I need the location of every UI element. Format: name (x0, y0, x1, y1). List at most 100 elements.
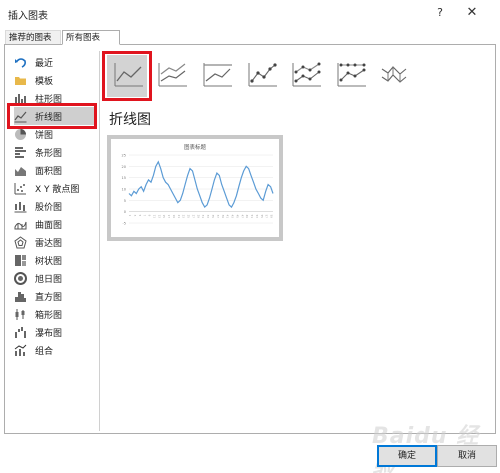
selected-category-highlight (7, 103, 97, 129)
preview-x-tick-label: 49 (245, 215, 249, 219)
sidebar-item-scatter[interactable]: X Y 散点图 (14, 179, 96, 197)
pie-chart-icon (14, 128, 27, 141)
preview-x-tick-label: 27 (191, 215, 195, 219)
subtype-100-stacked-line-with-markers[interactable] (335, 59, 369, 91)
percent-stacked-line-markers-icon (337, 63, 366, 87)
3d-line-icon (381, 66, 407, 83)
preview-x-tick-label: 23 (182, 215, 186, 219)
preview-y-tick-label: 20 (122, 165, 126, 169)
bar-chart-icon (14, 146, 27, 159)
combo-chart-icon (14, 344, 27, 357)
preview-chart-title: 图表标题 (184, 143, 207, 151)
sidebar-item-label: 模板 (35, 76, 54, 87)
sidebar-item-histogram[interactable]: 直方图 (14, 287, 96, 305)
subtype-stacked-line-with-markers[interactable] (290, 59, 324, 91)
help-button[interactable]: ? (430, 4, 450, 22)
sidebar-item-combo[interactable]: 组合 (14, 341, 96, 359)
preview-y-axis: 25 20 15 10 5 0 -5 (122, 154, 126, 226)
preview-x-tick-label: 5 (138, 215, 142, 217)
preview-x-tick-label: 13 (157, 215, 161, 219)
sidebar-item-label: 最近 (35, 58, 54, 69)
line-markers-icon (248, 63, 277, 87)
preview-y-tick-label: 25 (122, 154, 126, 158)
sidebar-item-stock[interactable]: 股价图 (14, 197, 96, 215)
preview-x-tick-label: 33 (206, 215, 210, 219)
preview-y-tick-label: -5 (123, 222, 127, 226)
preview-x-tick-label: 7 (143, 215, 147, 217)
chart-type-heading: 折线图 (109, 112, 151, 128)
sidebar-item-label: 组合 (35, 346, 54, 357)
preview-x-tick-label: 25 (187, 215, 191, 219)
subtype-line-with-markers[interactable] (246, 59, 280, 91)
preview-x-tick-label: 17 (167, 215, 171, 219)
undo-icon (14, 56, 27, 69)
histogram-chart-icon (14, 290, 27, 303)
sidebar-item-label: 树状图 (35, 256, 63, 267)
line-chart-icon (114, 63, 143, 87)
preview-y-tick-label: 15 (122, 176, 126, 180)
subtype-3d-line[interactable] (378, 59, 412, 91)
subtype-stacked-line[interactable] (156, 59, 190, 91)
cancel-button[interactable]: 取消 (437, 445, 497, 467)
preview-x-tick-label: 43 (231, 215, 235, 219)
sidebar-item-label: 直方图 (35, 292, 63, 303)
ok-button[interactable]: 确定 (377, 445, 437, 467)
folder-icon (14, 74, 27, 87)
tab-all-charts[interactable]: 所有图表 (62, 30, 120, 45)
preview-x-tick-label: 57 (265, 215, 269, 219)
preview-x-tick-label: 1 (128, 215, 132, 217)
sidebar-item-treemap[interactable]: 树状图 (14, 251, 96, 269)
sidebar-item-surface[interactable]: 曲面图 (14, 215, 96, 233)
preview-x-tick-label: 41 (226, 215, 230, 219)
sunburst-chart-icon (14, 271, 27, 285)
preview-x-tick-label: 3 (133, 215, 137, 217)
preview-x-tick-label: 37 (216, 215, 220, 219)
sidebar-item-area[interactable]: 面积图 (14, 161, 96, 179)
preview-gridlines (129, 154, 273, 224)
preview-x-tick-label: 9 (148, 215, 152, 217)
sidebar-item-recent[interactable]: 最近 (14, 53, 96, 71)
preview-y-tick-label: 5 (124, 199, 126, 203)
sidebar-item-box-whisker[interactable]: 箱形图 (14, 305, 96, 323)
sidebar-item-label: 股价图 (35, 202, 63, 213)
preview-x-tick-label: 53 (255, 215, 259, 219)
preview-x-tick-label: 55 (260, 215, 264, 219)
subtype-100-stacked-line[interactable] (201, 59, 235, 91)
box-whisker-chart-icon (14, 308, 27, 321)
sidebar-item-label: 面积图 (35, 166, 63, 177)
sidebar-item-label: 箱形图 (35, 310, 63, 321)
preview-y-tick-label: 10 (122, 188, 126, 192)
sidebar-item-label: 条形图 (35, 148, 63, 159)
subtype-line[interactable] (112, 59, 146, 91)
preview-x-tick-label: 39 (221, 215, 225, 219)
sidebar-item-label: 曲面图 (35, 220, 63, 231)
sidebar-item-sunburst[interactable]: 旭日图 (14, 269, 96, 287)
tab-recommended-charts[interactable]: 推荐的图表 (5, 30, 61, 45)
sidebar-item-label: 饼图 (35, 130, 54, 141)
sidebar-item-templates[interactable]: 模板 (14, 71, 96, 89)
preview-x-tick-label: 15 (162, 215, 166, 219)
preview-chart: 图表标题 2520151050-5 1 3 5 7 9 11 13 15 17 19 21 23 25 2… (122, 143, 274, 226)
all-charts-panel: 最近 模板 柱形图 折线图 饼图 条形图 面积图 X Y 散点图 股价图 曲面图… (4, 44, 496, 434)
sidebar-item-waterfall[interactable]: 瀑布图 (14, 323, 96, 341)
preview-x-tick-label: 35 (211, 215, 215, 219)
stacked-line-icon (158, 63, 187, 87)
preview-y-tick-label: 0 (124, 210, 126, 214)
sidebar-item-label: 瀑布图 (35, 328, 63, 339)
preview-x-tick-label: 19 (172, 215, 176, 219)
waterfall-chart-icon (14, 326, 27, 339)
preview-x-tick-label: 29 (196, 215, 200, 219)
stacked-line-markers-icon (292, 62, 321, 87)
percent-stacked-line-icon (203, 63, 232, 87)
preview-x-tick-label: 31 (201, 215, 205, 219)
area-chart-icon (14, 164, 27, 177)
close-button[interactable]: ✕ (462, 4, 482, 22)
preview-x-tick-label: 59 (270, 215, 274, 219)
chart-preview[interactable]: 图表标题 25 20 15 10 5 0 -5 1 3 5 7 9 11 13 15 17 19 21 23 25 2… (107, 135, 283, 241)
sidebar-item-bar[interactable]: 条形图 (14, 143, 96, 161)
surface-chart-icon (14, 218, 27, 231)
sidebar-item-label: X Y 散点图 (35, 184, 80, 195)
radar-chart-icon (14, 235, 27, 249)
sidebar-item-radar[interactable]: 雷达图 (14, 233, 96, 251)
sidebar-item-label: 雷达图 (35, 238, 63, 249)
